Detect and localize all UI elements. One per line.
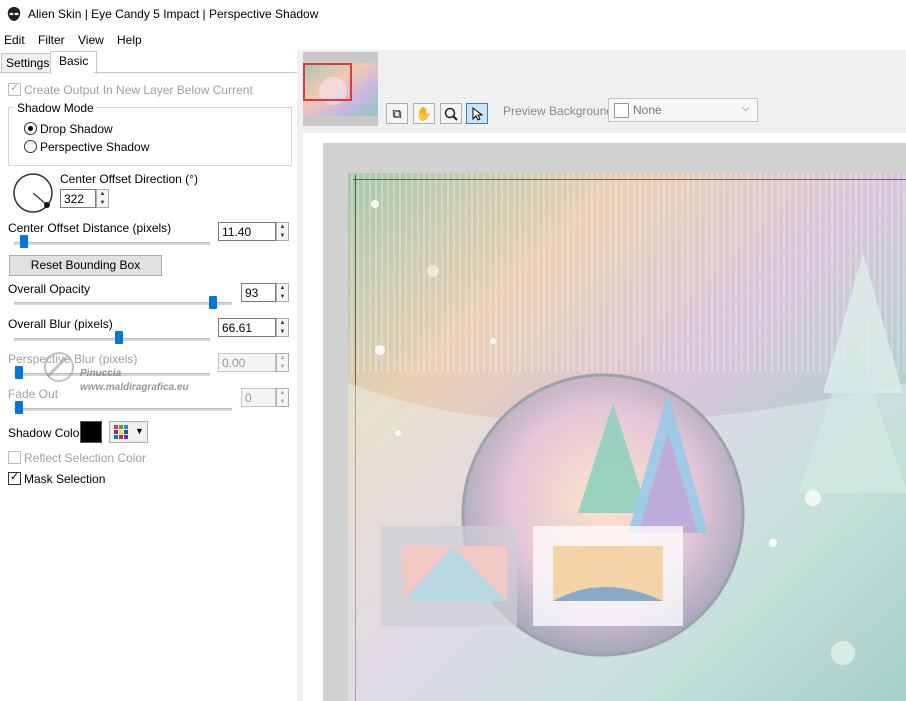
zoom-tool-button[interactable]: [440, 103, 462, 124]
preview-image[interactable]: [303, 133, 906, 701]
fade-out-thumb[interactable]: [15, 401, 23, 414]
direction-spinner[interactable]: ▲ ▼: [96, 189, 109, 208]
fade-out-label: Fade Out: [8, 387, 59, 401]
spin-down-icon: ▼: [279, 294, 286, 300]
perspective-shadow-label: Perspective Shadow: [40, 140, 150, 154]
create-output-label: Create Output In New Layer Below Current: [24, 83, 253, 97]
hand-tool-button[interactable]: ✋: [413, 103, 435, 124]
shadow-color-label: Shadow Color: [8, 426, 84, 440]
watermark-name: Pinuccia: [80, 368, 122, 379]
perspective-blur-spinner[interactable]: ▲ ▼: [276, 353, 289, 372]
reflect-selection-color-checkbox[interactable]: [8, 451, 21, 464]
overall-blur-label: Overall Blur (pixels): [8, 317, 113, 331]
fade-out-spinner[interactable]: ▲ ▼: [276, 388, 289, 407]
menu-filter[interactable]: Filter: [38, 33, 65, 47]
blur-spinner[interactable]: ▲ ▼: [276, 318, 289, 337]
overall-opacity-input[interactable]: 93: [241, 283, 276, 302]
shadow-color-swatch[interactable]: [80, 421, 102, 443]
center-offset-distance-input[interactable]: 11.40: [218, 222, 276, 241]
dropdown-arrow-icon: ▼: [135, 426, 144, 436]
mask-selection-checkbox[interactable]: ✓: [8, 471, 21, 485]
drop-shadow-label: Drop Shadow: [40, 122, 113, 136]
color-palette-dropdown[interactable]: ▼: [109, 421, 148, 443]
zoom-fit-tool-button[interactable]: ⧉: [386, 103, 408, 124]
tab-basic[interactable]: Basic: [50, 51, 98, 74]
arrow-tool-button[interactable]: [466, 103, 488, 124]
checkmark-icon: ✓: [10, 471, 20, 483]
overall-blur-input[interactable]: 66.61: [218, 318, 276, 337]
spin-up-icon: ▲: [279, 320, 286, 326]
center-offset-distance-thumb[interactable]: [20, 235, 28, 248]
opacity-spinner[interactable]: ▲ ▼: [276, 283, 289, 302]
spin-up-icon: ▲: [279, 285, 286, 291]
fade-out-input[interactable]: 0: [241, 388, 276, 407]
overall-opacity-thumb[interactable]: [209, 296, 217, 309]
distance-spinner[interactable]: ▲ ▼: [276, 222, 289, 241]
navigator-thumbnail[interactable]: [303, 63, 378, 116]
chevron-down-icon: ⌵: [742, 103, 750, 114]
preview-background-value: None: [633, 103, 662, 117]
spin-up-icon: ▲: [279, 390, 286, 396]
reset-bounding-box-button[interactable]: Reset Bounding Box: [9, 255, 162, 276]
center-offset-distance-track[interactable]: [14, 242, 210, 245]
drop-shadow-radio[interactable]: [24, 122, 37, 135]
spin-down-icon: ▼: [279, 399, 286, 405]
color-grid-icon: [114, 425, 128, 439]
shadow-mode-group-label: Shadow Mode: [15, 101, 96, 115]
menu-help[interactable]: Help: [117, 33, 142, 47]
spin-down-icon: ▼: [279, 329, 286, 335]
magnifier-icon: [444, 107, 458, 121]
preview-background-label: Preview Background:: [503, 104, 617, 118]
menu-view[interactable]: View: [78, 33, 104, 47]
pointer-arrow-icon: [472, 106, 484, 121]
perspective-blur-input[interactable]: 0.00: [218, 353, 276, 372]
center-offset-direction-label: Center Offset Direction (°): [60, 172, 198, 186]
shadow-mode-group: [8, 107, 292, 166]
tab-divider: [94, 72, 297, 73]
mask-selection-label: Mask Selection: [24, 472, 106, 486]
preview-background-select[interactable]: None ⌵: [608, 98, 758, 122]
spin-down-icon: ▼: [279, 364, 286, 370]
hand-icon: ✋: [415, 106, 433, 121]
tab-divider: [0, 72, 49, 73]
spin-up-icon: ▲: [279, 224, 286, 230]
center-offset-distance-label: Center Offset Distance (pixels): [8, 221, 172, 235]
zoom-fit-icon: ⧉: [392, 106, 402, 121]
overall-opacity-track[interactable]: [14, 302, 232, 305]
watermark-logo: [44, 352, 74, 382]
menu-edit[interactable]: Edit: [4, 33, 25, 47]
reflect-selection-color-label: Reflect Selection Color: [24, 451, 147, 465]
overall-opacity-label: Overall Opacity: [8, 282, 91, 296]
create-output-checkbox[interactable]: ✓: [8, 82, 21, 96]
overall-blur-thumb[interactable]: [115, 331, 123, 344]
none-swatch-icon: [614, 103, 629, 118]
center-offset-direction-input[interactable]: 322: [60, 189, 96, 208]
radio-selected-dot: [28, 126, 33, 131]
fade-out-track[interactable]: [14, 408, 232, 411]
perspective-blur-thumb[interactable]: [15, 366, 23, 379]
tab-settings[interactable]: Settings: [1, 53, 55, 73]
perspective-shadow-radio[interactable]: [24, 140, 37, 153]
alien-skin-app-icon: [7, 7, 21, 21]
direction-dial[interactable]: [12, 172, 54, 214]
spin-down-icon: ▼: [99, 200, 106, 206]
overall-blur-track[interactable]: [14, 338, 210, 341]
watermark-url: www.maldiragrafica.eu: [80, 382, 189, 393]
spin-up-icon: ▲: [279, 355, 286, 361]
checkmark-icon: ✓: [10, 82, 20, 94]
spin-down-icon: ▼: [279, 233, 286, 239]
window-title: Alien Skin | Eye Candy 5 Impact | Perspe…: [28, 7, 319, 21]
spin-up-icon: ▲: [99, 191, 106, 197]
